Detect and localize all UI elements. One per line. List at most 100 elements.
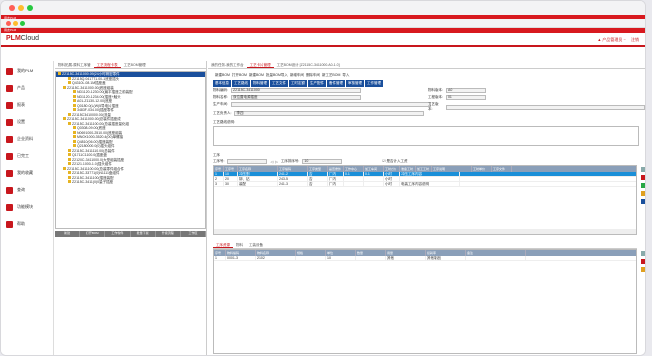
column-header: 工序文件 <box>492 166 512 172</box>
delete-resource-icon[interactable] <box>641 259 645 264</box>
table-cell: 厂内 <box>328 172 344 176</box>
sidebar-item[interactable]: 功能模块 <box>1 200 53 214</box>
attr-field[interactable]: A0 <box>445 88 486 93</box>
toolbar-item[interactable]: 新建BOM <box>249 73 264 77</box>
logout-link[interactable]: 注销 <box>631 37 639 42</box>
action-button[interactable]: 物料管理 <box>251 80 269 87</box>
edit-resource-icon[interactable] <box>641 267 645 272</box>
nav-icon <box>6 220 13 228</box>
add-icon[interactable] <box>641 167 645 172</box>
toolbar-item[interactable]: 导入 <box>342 73 349 77</box>
main-tab[interactable]: 我的任务-我的工作台 <box>208 61 247 68</box>
folder-icon <box>63 85 66 89</box>
workshop-field[interactable] <box>230 102 431 107</box>
tree-tab[interactable]: 工艺BOM管理 <box>121 61 149 68</box>
tree-button[interactable]: 批量下载 <box>131 231 156 237</box>
action-button[interactable]: 工作管理 <box>365 80 383 87</box>
next-button[interactable]: ▷ <box>275 160 278 164</box>
toolbar-item[interactable]: 新增车间 <box>290 73 304 77</box>
tree-node-label: Q2180000.0(0)插头组件 <box>77 144 115 148</box>
folder-icon <box>73 144 76 147</box>
tree-buttons: 新建 打开BOM 工作零件 批量下载 升级流程 工作区 <box>55 231 207 237</box>
tree-node-label: Z2120C-3411000.0(大型组装插座 <box>72 157 125 162</box>
sidebar-item[interactable]: 帮助 <box>1 217 53 231</box>
sidebar-item[interactable]: 我的收藏 <box>1 166 53 180</box>
tree-node-label: Z2115C-3411(0)0量子插座 <box>72 180 114 184</box>
action-button[interactable]: 工艺路线 <box>232 80 250 87</box>
sidebar-item-label: 功能模块 <box>17 204 33 209</box>
table-cell <box>344 177 364 181</box>
toolbar-item[interactable]: 新工艺BOM <box>322 73 340 77</box>
maximize-dot[interactable] <box>27 5 33 11</box>
toolbar-item[interactable]: 打开BOM <box>232 73 247 77</box>
folder-icon <box>68 112 71 116</box>
bottom-tab[interactable]: 工装设备 <box>246 241 266 248</box>
user-menu[interactable]: ▲ 产品管理员 ~ 注销 <box>597 37 639 43</box>
table-cell: 装配 <box>238 182 278 186</box>
table-row[interactable]: 1 0001-3 2102 10 其他 其他制品 <box>214 256 636 261</box>
action-button[interactable]: 工艺文件 <box>270 80 288 87</box>
table-cell: 241-2 <box>278 172 308 176</box>
wage-checkbox[interactable]: ☑ 是否计入工资 <box>382 159 407 164</box>
tree-tab[interactable]: 工艺流程卡表 <box>93 61 121 68</box>
close-dot[interactable] <box>9 5 15 11</box>
sidebar-item[interactable]: 产品 <box>1 81 53 95</box>
tree-view[interactable]: Z2115C-3411000.09(24小时精密零件 Z2115Q.0417T1.… <box>55 71 206 229</box>
tree-button[interactable]: 工作零件 <box>105 231 131 237</box>
action-button[interactable]: 备件管理 <box>327 80 345 87</box>
op-no-field[interactable] <box>227 159 268 164</box>
note-textarea[interactable] <box>213 126 639 146</box>
copy-icon[interactable] <box>641 183 645 188</box>
bottom-tabs: 工序资源 物料 工装设备 <box>213 241 637 249</box>
toolbar-item[interactable]: 新建BOM <box>215 73 230 77</box>
sidebar-item[interactable]: 报表 <box>1 98 53 112</box>
action-button[interactable]: 生产配件 <box>308 80 326 87</box>
save-icon[interactable] <box>641 199 645 204</box>
action-button[interactable]: 审核管理 <box>346 80 364 87</box>
toolbar-item[interactable]: 删除车间 <box>306 73 320 77</box>
sidebar-item[interactable]: 已完工 <box>1 149 53 163</box>
sidebar-item-label: 产品 <box>17 85 25 90</box>
ops-scrollbar[interactable] <box>214 229 636 234</box>
folder-icon <box>73 130 76 134</box>
main-tab[interactable]: 工艺BOM设计 [Z2115C-3411000.A0-1.0] <box>274 61 343 68</box>
table-row[interactable]: 3 30 装配 241-3 否厂内 小时 电装工序内容说明 <box>214 182 636 187</box>
tree-node-label: 3483F-034.00(插座零件 <box>77 108 114 112</box>
process-field[interactable] <box>445 104 645 110</box>
tree-tab[interactable]: 物料拓展-原料工序管 <box>55 61 94 68</box>
tree-node-label: ND1120-1234.00(插座+触头 <box>77 94 121 99</box>
action-button[interactable]: 工时定额 <box>289 80 307 87</box>
minimize-dot-2[interactable] <box>13 21 18 26</box>
folder-icon <box>68 162 71 165</box>
minimize-dot[interactable] <box>18 5 24 11</box>
sidebar-item[interactable]: 设置 <box>1 115 53 129</box>
name-field[interactable]: 双位置电源插座 <box>230 95 361 100</box>
main-tab[interactable]: 工艺卡片管理 <box>246 61 274 68</box>
bottom-tab[interactable]: 物料 <box>233 241 246 248</box>
tree-node-label: Z2115C-3411000.00(总装件插座成 <box>67 117 121 121</box>
edit-icon[interactable] <box>641 191 645 196</box>
maximize-dot-2[interactable] <box>20 21 25 26</box>
owner-field[interactable]: 李四 <box>234 111 425 116</box>
bottom-tab[interactable]: 工序资源 <box>213 241 233 248</box>
folder-icon <box>73 139 76 143</box>
tree-button[interactable]: 工作区 <box>181 231 207 237</box>
sidebar-item[interactable]: 查询 <box>1 183 53 197</box>
delete-icon[interactable] <box>641 175 645 180</box>
sidebar-item[interactable]: 我的PLM <box>1 64 53 78</box>
tree-node[interactable]: Z2115C-3411(0)0量子插座 <box>56 180 205 185</box>
op-seq-field[interactable]: 10 <box>302 159 343 164</box>
sidebar-item[interactable]: 企业资料 <box>1 132 53 146</box>
attr2-field[interactable]: 01 <box>445 95 486 100</box>
code-field[interactable]: Z2115C-3411000 <box>230 88 361 93</box>
tree-button[interactable]: 打开BOM <box>80 231 106 237</box>
action-button[interactable]: 基本信息 <box>213 80 231 87</box>
ops-table: 序号 工序号 工序名称 工序编码 工序类型 是否委外 工作中心 加工车间 工时(分) 准备工时 加工… <box>213 165 637 235</box>
tree-button[interactable]: 新建 <box>55 231 81 237</box>
tree-button[interactable]: 升级流程 <box>156 231 181 237</box>
nav-icon <box>6 135 13 143</box>
add-resource-icon[interactable] <box>641 251 645 256</box>
toolbar-item[interactable]: 批量BOM导入 <box>266 73 288 77</box>
close-dot-2[interactable] <box>6 21 11 26</box>
prev-button[interactable]: ◁ <box>270 160 273 164</box>
